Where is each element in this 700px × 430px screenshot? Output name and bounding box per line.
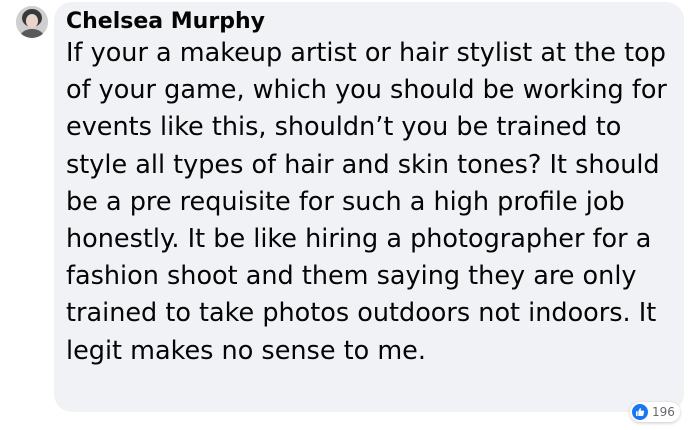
avatar-photo [16, 6, 48, 38]
like-icon [632, 404, 648, 420]
reaction-summary[interactable]: 196 [630, 402, 680, 422]
comment-author[interactable]: Chelsea Murphy [66, 8, 265, 36]
avatar[interactable] [16, 6, 48, 38]
reaction-count: 196 [652, 405, 675, 419]
comment-bubble: Chelsea Murphy If your a makeup artist o… [54, 2, 684, 412]
comment-text: If your a makeup artist or hair stylist … [66, 38, 667, 366]
comment-thread: Chelsea Murphy If your a makeup artist o… [0, 0, 700, 430]
